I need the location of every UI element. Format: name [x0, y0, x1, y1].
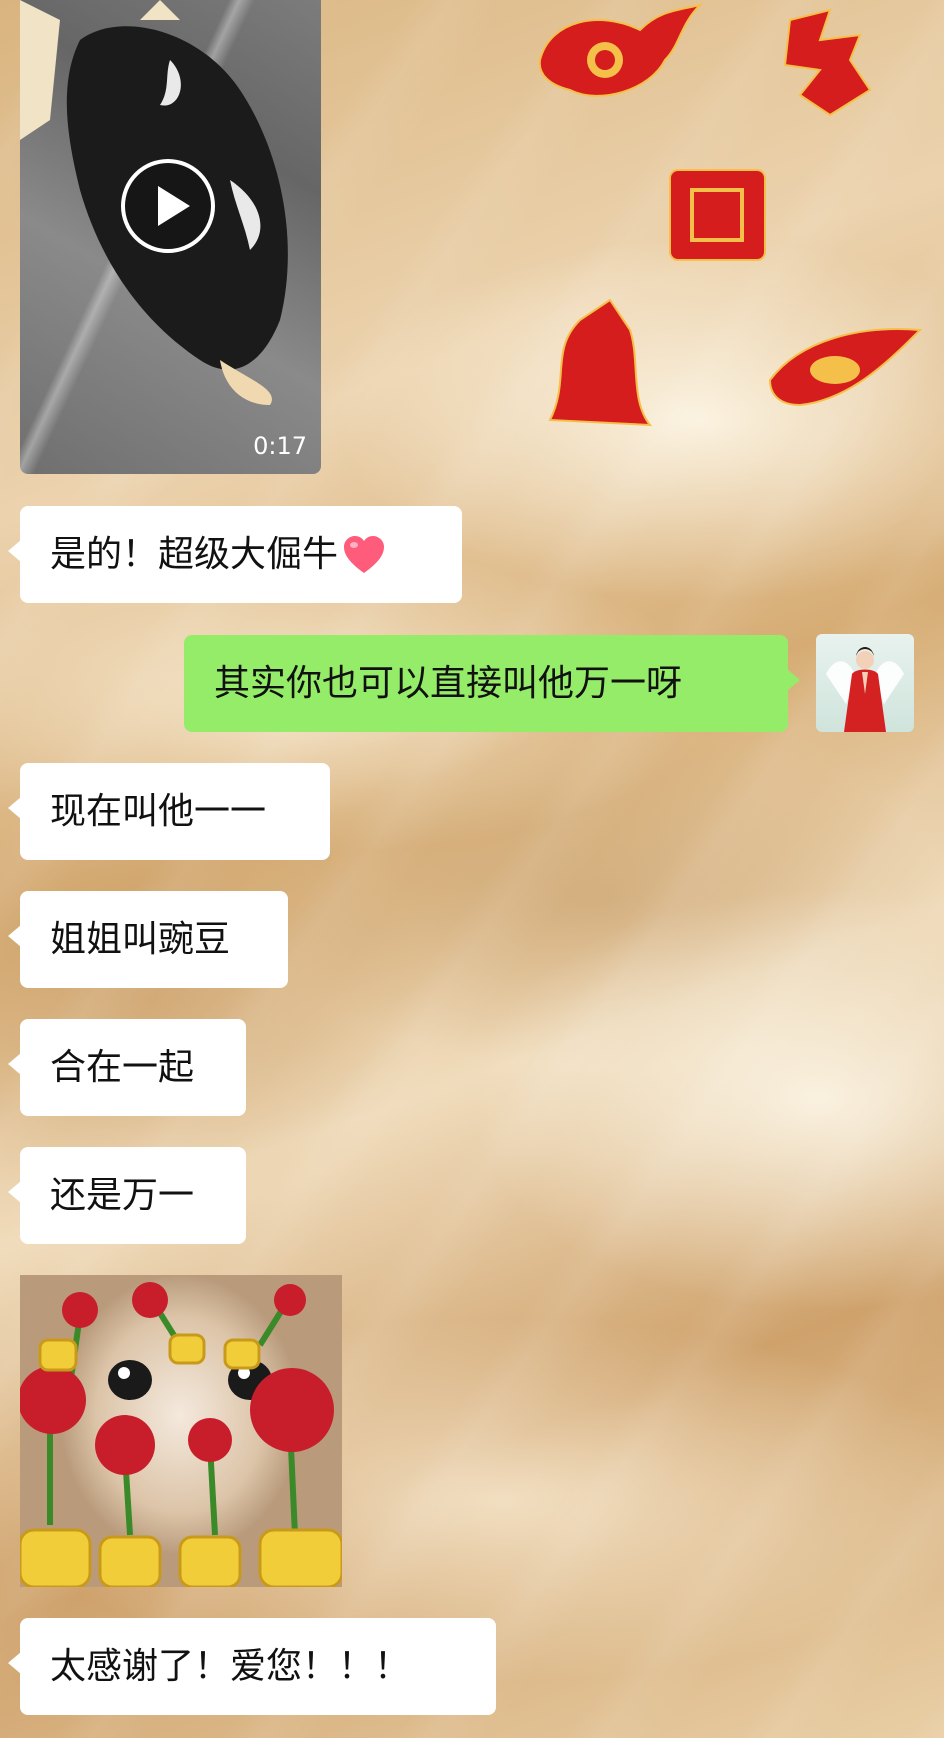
message-text: 现在叫他一一 — [50, 790, 267, 832]
video-duration: 0:17 — [253, 432, 307, 460]
message-text: 还是万一 — [50, 1174, 195, 1216]
ornament-glyph-right — [783, 8, 872, 117]
rose-sticker[interactable] — [20, 1275, 342, 1587]
message-text: 太感谢了！爱您！！！ — [50, 1645, 411, 1687]
message-text: 姐姐叫豌豆 — [50, 918, 231, 960]
play-icon[interactable] — [120, 158, 216, 254]
outgoing-message[interactable]: 其实你也可以直接叫他万一呀 — [184, 635, 800, 732]
sticker-image — [20, 1282, 342, 1587]
ornament-glyph-lower-left — [548, 298, 653, 427]
message-text: 其实你也可以直接叫他万一呀 — [214, 662, 683, 704]
incoming-message[interactable]: 合在一起 — [8, 1019, 246, 1116]
avatar-image — [826, 647, 904, 732]
incoming-message[interactable]: 姐姐叫豌豆 — [8, 891, 288, 988]
video-message[interactable]: 0:17 — [20, 0, 321, 474]
wallpaper-ornaments — [538, 3, 923, 427]
message-text: 合在一起 — [50, 1046, 195, 1088]
ornament-box-center — [669, 169, 766, 261]
incoming-message[interactable]: 还是万一 — [8, 1147, 246, 1244]
incoming-message[interactable]: 是的！超级大倔牛 — [8, 506, 462, 603]
message-text: 是的！超级大倔牛 — [50, 533, 339, 575]
heart-emoji — [344, 535, 385, 573]
incoming-message[interactable]: 现在叫他一一 — [8, 763, 330, 860]
avatar[interactable] — [816, 634, 914, 732]
incoming-message[interactable]: 太感谢了！爱您！！！ — [8, 1618, 496, 1715]
